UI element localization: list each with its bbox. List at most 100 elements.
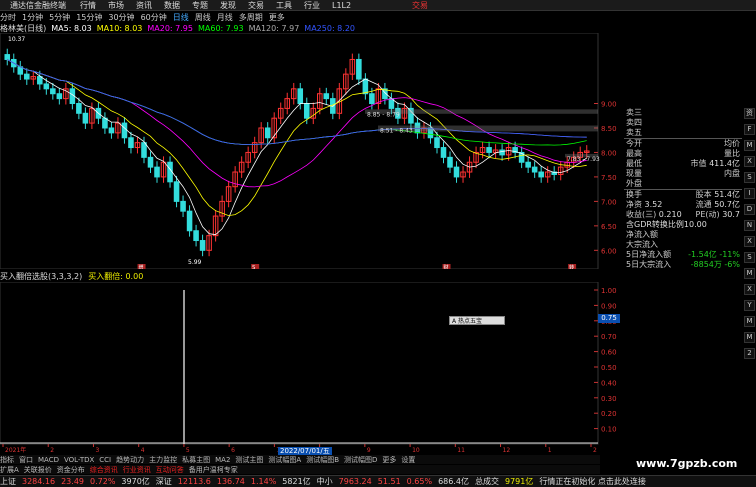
period-tab[interactable]: 月线: [217, 12, 233, 23]
sidebar-tool-icon[interactable]: M: [744, 316, 755, 327]
trade-menu-item[interactable]: 交易: [412, 0, 428, 10]
indicator-axis-label: 0.10: [601, 426, 617, 434]
indicator-name[interactable]: 买入翻倍选股(3,3,3,2): [0, 271, 82, 282]
sidebar-tool-icon[interactable]: S: [744, 172, 755, 183]
sidebar-tool-icon[interactable]: M: [744, 332, 755, 343]
indicator-tab[interactable]: MACD: [38, 456, 59, 464]
candle-body: [186, 210, 193, 232]
sidebar-tool-icon[interactable]: S: [744, 252, 755, 263]
indicator-axis-label: 1.00: [601, 287, 617, 295]
menu-item[interactable]: 专题: [192, 0, 208, 10]
flow-value: -1.54亿 -11%: [688, 250, 740, 259]
kline-chart[interactable]: 9.00 8.50 8.00 7.50 7.00 6.50 6.00 8.85 - 8.79 8…: [0, 33, 624, 269]
menu-item[interactable]: 行业: [304, 0, 320, 10]
period-tab[interactable]: 30分钟: [108, 12, 134, 23]
indicator-current-value: 0.75: [598, 314, 620, 323]
indicator-axis-label: 0.20: [601, 410, 617, 418]
extension-tab[interactable]: 综合资讯: [90, 465, 118, 474]
menu-item[interactable]: 交易: [248, 0, 264, 10]
price-label: 6.00: [601, 247, 617, 255]
menu-item[interactable]: 行情: [80, 0, 96, 10]
period-tab[interactable]: 5分钟: [49, 12, 70, 23]
sidebar-tool-icon[interactable]: M: [744, 140, 755, 151]
sidebar-tool-icon[interactable]: D: [744, 204, 755, 215]
sidebar-tool-icon[interactable]: X: [744, 236, 755, 247]
quote-row: 现量 内盘: [624, 169, 742, 179]
hotspot-popup[interactable]: A 热点五宝: [449, 316, 505, 325]
period-tab[interactable]: 60分钟: [141, 12, 167, 23]
period-tab[interactable]: 日线: [173, 12, 189, 23]
extension-tab[interactable]: 关联报价: [24, 465, 52, 474]
candle-body: [180, 200, 186, 212]
ma-label: MA120: 7.97: [248, 23, 300, 33]
indicator-tab[interactable]: CCI: [99, 456, 111, 464]
indicator-tab[interactable]: 测试幅图B: [306, 455, 339, 464]
period-tab[interactable]: 1分钟: [22, 12, 43, 23]
period-tab[interactable]: 周线: [195, 12, 211, 23]
indicator-tab[interactable]: 窗口: [19, 455, 33, 464]
indicator-tab[interactable]: 测试主图: [235, 455, 263, 464]
cell-group: 收益(三) 0.210: [626, 210, 682, 220]
sell-level-label: 卖五: [626, 128, 642, 137]
status-message[interactable]: 行情正在初始化 点击此处连接: [539, 476, 646, 487]
index-change: 23.49: [61, 477, 84, 486]
index-name[interactable]: 总成交: [475, 476, 499, 487]
indicator-tab[interactable]: 更多: [382, 455, 396, 464]
period-tab[interactable]: 更多: [269, 12, 285, 23]
indicator-tab[interactable]: 设置: [401, 455, 415, 464]
sidebar-tool-icon[interactable]: Y: [744, 300, 755, 311]
quote-label: 市值: [690, 159, 710, 168]
sidebar-tool-icon[interactable]: M: [744, 268, 755, 279]
gdr-row: 含GDR转换比例10.00: [624, 220, 742, 230]
top-menu-bar: 通达信金融终端 行情 市场 资讯 数据 专题 发现 交易 工具 行业 L1L2 …: [0, 0, 756, 11]
index-name[interactable]: 中小: [317, 476, 333, 487]
period-tab[interactable]: 15分钟: [76, 12, 102, 23]
cell-group: PE(动) 30.7: [696, 210, 740, 220]
extension-tab[interactable]: 行业资讯: [123, 465, 151, 474]
menu-item[interactable]: 数据: [164, 0, 180, 10]
sidebar-tool-icon[interactable]: X: [744, 284, 755, 295]
menu-item[interactable]: 工具: [276, 0, 292, 10]
extension-tab[interactable]: 互动问答: [156, 465, 184, 474]
flow5-row: 5日净流入额 -1.54亿 -11%: [624, 250, 742, 260]
menu-item[interactable]: 市场: [108, 0, 124, 10]
period-tab[interactable]: 分时: [0, 12, 16, 23]
indicator-tab[interactable]: MA2: [215, 456, 230, 464]
quote-label: 均价: [724, 139, 740, 148]
date-label: 1: [548, 447, 552, 454]
extension-tab[interactable]: 备用户温柯专家: [189, 465, 238, 474]
menu-item[interactable]: 资讯: [136, 0, 152, 10]
candle-body: [108, 127, 115, 134]
candle-body: [167, 161, 173, 183]
index-name[interactable]: 上证: [0, 476, 16, 487]
extension-tab[interactable]: 资金分布: [57, 465, 85, 474]
indicator-tab[interactable]: 私募主图: [182, 455, 210, 464]
sidebar-tool-icon[interactable]: 资: [744, 108, 755, 119]
index-amount: 686.4亿: [438, 477, 469, 486]
ma5-line: [7, 59, 587, 236]
sidebar-tool-icon[interactable]: 2: [744, 348, 755, 359]
indicator-tab[interactable]: 主力监控: [149, 455, 177, 464]
menu-item[interactable]: 发现: [220, 0, 236, 10]
period-tab[interactable]: 多周期: [239, 12, 263, 23]
resistance-zone-1-label: 8.85 - 8.79: [367, 111, 400, 118]
indicator-tab[interactable]: 趋势动力: [116, 455, 144, 464]
indicator-tab[interactable]: VOL-TDX: [64, 456, 94, 464]
indicator-chart[interactable]: 1.000.900.800.700.600.500.400.300.200.10…: [0, 282, 624, 454]
sidebar-tool-icon[interactable]: I: [744, 188, 755, 199]
indicator-tab[interactable]: 测试幅图D: [344, 455, 377, 464]
sidebar-tool-icon[interactable]: N: [744, 220, 755, 231]
indicator-tab[interactable]: 指标: [0, 455, 14, 464]
candle-body: [4, 54, 11, 60]
menu-item[interactable]: L1L2: [332, 1, 351, 10]
flow-label: 5日大宗流入: [626, 260, 672, 269]
candle-body: [173, 181, 180, 202]
quote-label: 量比: [724, 149, 740, 158]
index-name[interactable]: 深证: [156, 476, 172, 487]
price-label: 9.00: [601, 101, 617, 109]
extension-tab[interactable]: 扩展A: [0, 465, 19, 474]
quote-label: 换手: [626, 190, 642, 199]
sidebar-tool-icon[interactable]: F: [744, 124, 755, 135]
sidebar-tool-icon[interactable]: X: [744, 156, 755, 167]
indicator-tab[interactable]: 测试幅图A: [268, 455, 301, 464]
